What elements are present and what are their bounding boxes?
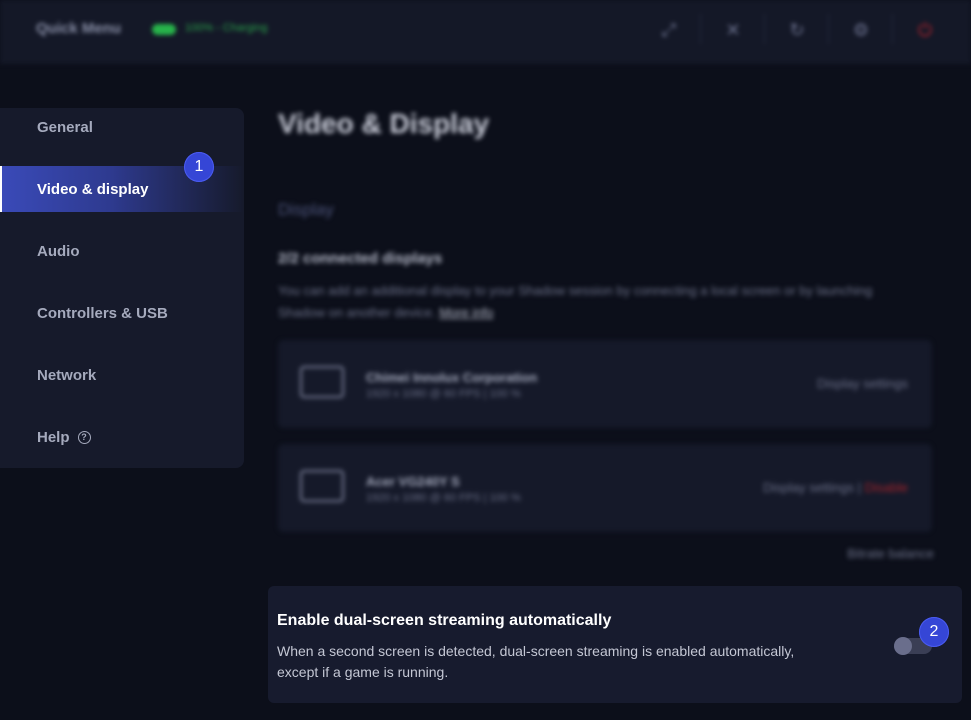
sidebar-item-label: Video & display [37,180,149,198]
divider: | [857,480,865,495]
display-resolution: 1920 x 1080 @ 60 FPS | 100 % [366,492,521,504]
display-actions: Display settings | Disable [763,480,908,495]
page-title: Video & Display [278,108,490,139]
section-heading: Display [278,200,334,219]
refresh-icon[interactable]: ↻ [785,18,809,42]
battery-status: 100% - Charging [185,22,268,34]
setting-description: When a second screen is detected, dual-s… [277,643,795,680]
bitrate-balance-link[interactable]: Bitrate balance [847,546,934,561]
display-card: Chimei Innolux Corporation 1920 x 1080 @… [278,340,932,428]
display-name: Chimei Innolux Corporation [366,370,538,385]
divider [892,14,893,44]
disable-display-link[interactable]: Disable [865,480,908,495]
toggle-knob [894,637,912,655]
step-badge-2: 2 [919,617,949,647]
display-card: Acer VG240Y S 1920 x 1080 @ 60 FPS | 100… [278,444,932,532]
sidebar-item-help[interactable]: Help ? [0,414,244,460]
monitor-icon [300,470,344,502]
monitor-icon [300,366,344,398]
display-name: Acer VG240Y S [366,474,460,489]
sidebar-item-label: Network [37,366,97,384]
sidebar-item-general[interactable]: General [0,104,244,150]
sidebar-item-label: Controllers & USB [37,304,168,322]
battery-icon [152,24,176,35]
divider [700,14,701,44]
power-icon[interactable]: ⏻ [913,18,937,42]
more-info-link[interactable]: More info [439,305,493,320]
step-badge-1: 1 [184,152,214,182]
display-settings-link[interactable]: Display settings [763,480,854,495]
divider [828,14,829,44]
sidebar-item-network[interactable]: Network [0,352,244,398]
display-resolution: 1920 x 1080 @ 60 FPS | 100 % [366,388,521,400]
close-stream-icon[interactable]: ✕ [721,18,745,42]
sidebar-item-label: General [37,118,93,136]
connected-displays-count: 2/2 connected displays [278,250,443,267]
quick-menu-title: Quick Menu [36,20,122,37]
display-settings-content: Video & Display Display 2/2 connected di… [260,90,960,580]
settings-icon[interactable]: ⚙ [849,18,873,42]
description-text: You can add an additional display to you… [278,283,873,320]
sidebar-item-controllers-usb[interactable]: Controllers & USB [0,290,244,336]
displays-description: You can add an additional display to you… [278,280,918,324]
sidebar-item-label: Audio [37,242,80,260]
setting-title: Enable dual-screen streaming automatical… [277,612,612,629]
sidebar-item-label: Help [37,428,70,446]
divider [764,14,765,44]
display-settings-link[interactable]: Display settings [817,376,908,391]
expand-icon[interactable]: ⤢ [657,18,681,42]
top-bar: Quick Menu 100% - Charging ⤢ ✕ ↻ ⚙ ⏻ [0,0,971,64]
dual-screen-setting: Enable dual-screen streaming automatical… [268,586,962,703]
sidebar-item-audio[interactable]: Audio [0,228,244,274]
help-circle-icon: ? [77,430,91,444]
